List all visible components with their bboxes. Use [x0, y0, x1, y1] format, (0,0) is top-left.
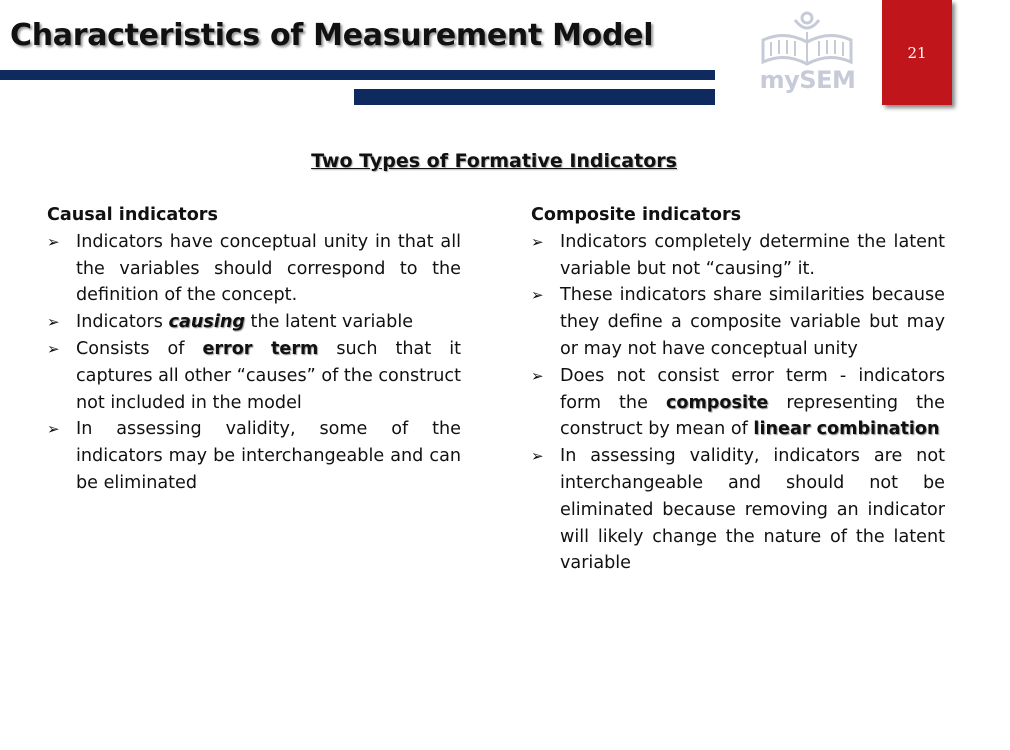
section-subtitle: Two Types of Formative Indicators — [311, 150, 677, 172]
list-item: ➢ These indicators share similarities bec… — [531, 282, 945, 362]
bullet-text-post: the latent variable — [244, 312, 414, 333]
arrow-bullet-icon: ➢ — [47, 420, 60, 439]
header-bar-top — [0, 70, 715, 80]
page-number-badge: 21 — [882, 0, 952, 105]
causal-indicators-column: Causal indicators ➢ Indicators have conce… — [47, 202, 461, 497]
list-item: ➢ Consists of error term such that it cap… — [47, 336, 461, 416]
open-book-icon — [761, 11, 853, 66]
list-item: ➢ Indicators completely determine the lat… — [531, 229, 945, 283]
column-heading-composite: Composite indicators — [531, 205, 742, 225]
arrow-bullet-icon: ➢ — [531, 286, 544, 305]
slide-title: Characteristics of Measurement Model — [10, 18, 654, 53]
bullet-text-pre: Consists of — [76, 338, 203, 359]
list-item: ➢ Does not consist error term - indicator… — [531, 363, 945, 443]
arrow-bullet-icon: ➢ — [47, 339, 60, 358]
arrow-bullet-icon: ➢ — [531, 232, 544, 251]
bullet-text-pre: Indicators — [76, 312, 169, 333]
arrow-bullet-icon: ➢ — [531, 447, 544, 466]
arrow-bullet-icon: ➢ — [531, 366, 544, 385]
emphasis-error-term: error term — [202, 338, 319, 359]
list-item: ➢ In assessing validity, indicators are n… — [531, 443, 945, 577]
composite-indicators-column: Composite indicators ➢ Indicators complet… — [531, 202, 945, 577]
bullet-text: Indicators completely determine the late… — [560, 231, 945, 279]
bullet-text: These indicators share similarities beca… — [560, 285, 945, 359]
emphasis-linear-combination: linear combination — [753, 419, 940, 440]
arrow-bullet-icon: ➢ — [47, 313, 60, 332]
list-item: ➢ In assessing validity, some of the indi… — [47, 416, 461, 496]
bullet-text: Indicators have conceptual unity in that… — [76, 231, 461, 306]
column-heading-causal: Causal indicators — [47, 205, 218, 225]
page-number: 21 — [907, 44, 927, 62]
arrow-bullet-icon: ➢ — [47, 232, 60, 251]
emphasis-composite: composite — [665, 392, 769, 413]
header-bar-bottom — [354, 89, 715, 105]
bullet-text: In assessing validity, indicators are no… — [560, 446, 945, 574]
bullet-text: In assessing validity, some of the indic… — [76, 419, 461, 493]
list-item: ➢ Indicators have conceptual unity in tha… — [47, 229, 461, 309]
emphasis-causing: causing — [168, 312, 245, 333]
list-item: ➢ Indicators causing the latent variable — [47, 309, 461, 336]
logo-text: mySEM — [759, 66, 856, 94]
mysem-logo: mySEM — [755, 10, 860, 100]
